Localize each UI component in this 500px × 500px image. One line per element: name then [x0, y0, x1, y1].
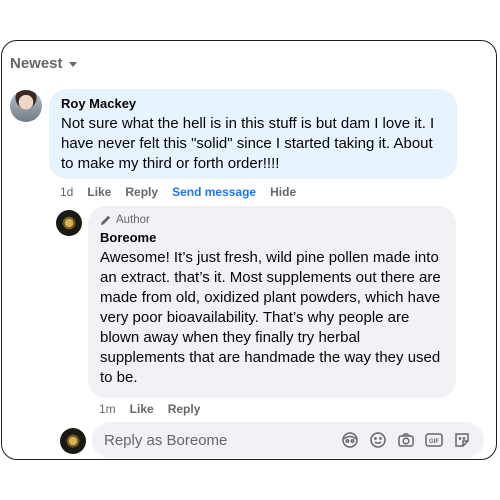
avatar[interactable] [56, 210, 82, 236]
sticker-icon[interactable] [452, 430, 472, 450]
chevron-down-icon [68, 62, 77, 67]
comment-text: Not sure what the hell is in this stuff … [61, 115, 435, 172]
camera-icon[interactable] [396, 430, 416, 450]
reply-button[interactable]: Reply [168, 402, 201, 416]
gif-icon[interactable]: GIF [424, 430, 444, 450]
comments-panel: Newest Roy Mackey Not sure what the hell… [1, 40, 497, 460]
author-badge-label: Author [116, 214, 150, 226]
avatar[interactable] [10, 90, 42, 122]
avatar-sticker-icon[interactable] [340, 430, 360, 450]
like-button[interactable]: Like [130, 402, 154, 416]
comment-time[interactable]: 1d [60, 185, 73, 199]
reply-button[interactable]: Reply [125, 185, 158, 199]
send-message-button[interactable]: Send message [172, 185, 256, 199]
comment-actions: 1d Like Reply Send message Hide [60, 185, 296, 199]
reply-author[interactable]: Boreome [100, 230, 444, 246]
reply-input-placeholder: Reply as Boreome [104, 431, 228, 449]
reply-text: Awesome! It’s just fresh, wild pine poll… [100, 249, 441, 386]
reply-bubble: Author Boreome Awesome! It’s just fresh,… [88, 206, 456, 398]
reply-actions: 1m Like Reply [99, 402, 200, 416]
emoji-icon[interactable] [368, 430, 388, 450]
composer-tools: GIF [340, 430, 472, 450]
sort-dropdown[interactable]: Newest [10, 55, 77, 72]
reply-time[interactable]: 1m [99, 402, 116, 416]
comment-bubble: Roy Mackey Not sure what the hell is in … [49, 89, 457, 179]
reply-input[interactable]: Reply as Boreome GIF [92, 422, 484, 458]
author-badge: Author [100, 213, 444, 227]
pencil-icon [101, 215, 111, 225]
like-button[interactable]: Like [87, 185, 111, 199]
hide-button[interactable]: Hide [270, 185, 296, 199]
svg-text:GIF: GIF [429, 439, 439, 445]
comment-author[interactable]: Roy Mackey [61, 96, 445, 112]
avatar [60, 428, 86, 454]
sort-label: Newest [10, 55, 63, 72]
